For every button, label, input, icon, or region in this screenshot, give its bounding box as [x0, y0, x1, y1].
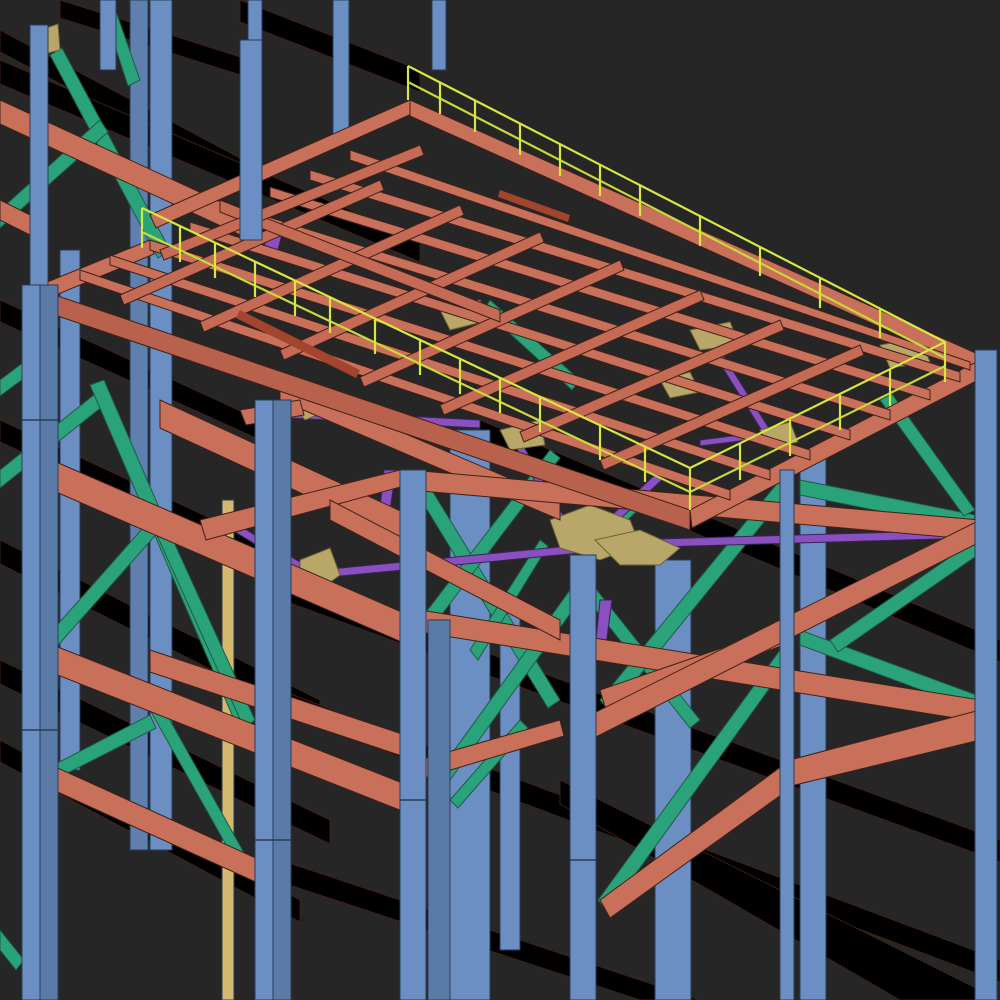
column[interactable]	[799, 449, 827, 1000]
column[interactable]	[779, 469, 795, 1000]
column[interactable]	[29, 24, 49, 286]
column[interactable]	[427, 619, 451, 1000]
column[interactable]	[272, 399, 292, 1000]
column[interactable]	[59, 249, 81, 771]
column[interactable]	[332, 0, 350, 141]
column[interactable]	[431, 0, 447, 71]
column[interactable]	[239, 39, 263, 241]
structure-3d-view[interactable]	[0, 0, 1000, 1000]
brace[interactable]	[0, 929, 25, 971]
column[interactable]	[99, 0, 117, 71]
beam[interactable]	[239, 0, 421, 93]
column[interactable]	[399, 469, 427, 1000]
column[interactable]	[974, 349, 998, 1000]
column[interactable]	[569, 554, 597, 1000]
platform-deck	[39, 99, 983, 531]
column[interactable]	[39, 284, 59, 1000]
model-viewport[interactable]	[0, 0, 1000, 1000]
column[interactable]	[221, 499, 235, 1000]
